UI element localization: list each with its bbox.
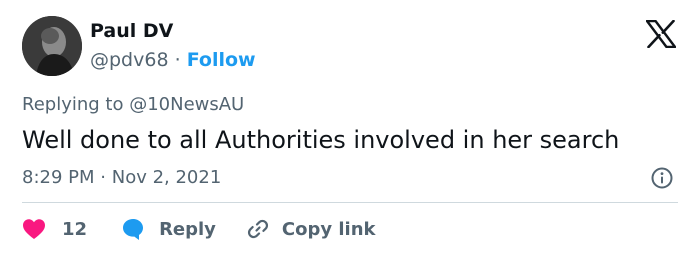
x-logo-icon[interactable]: [645, 19, 677, 49]
copy-link-button[interactable]: Copy link: [246, 217, 376, 241]
tweet-actions: 12 Reply Copy link: [22, 216, 376, 242]
author-handle-row: @pdv68 · Follow: [90, 48, 256, 72]
tweet-text: Well done to all Authorities involved in…: [22, 126, 620, 154]
info-icon[interactable]: [650, 166, 674, 190]
follow-button[interactable]: Follow: [187, 49, 256, 71]
reply-bubble-icon: [123, 219, 144, 240]
timestamp-separator: ·: [100, 167, 106, 188]
author-handle[interactable]: @pdv68: [90, 49, 169, 71]
like-button[interactable]: 12: [22, 218, 87, 240]
tweet-time: 8:29 PM: [22, 167, 95, 188]
link-icon: [247, 219, 268, 239]
replying-to-line: Replying to @10NewsAU: [22, 93, 244, 117]
user-avatar-icon: [22, 16, 82, 76]
reply-label: Reply: [159, 218, 216, 240]
avatar[interactable]: [22, 16, 82, 76]
like-count: 12: [62, 218, 88, 240]
replying-to-handle[interactable]: @10NewsAU: [129, 94, 244, 115]
heart-icon: [23, 219, 45, 239]
tweet-date: Nov 2, 2021: [111, 167, 222, 188]
handle-separator: ·: [174, 49, 181, 71]
divider: [22, 202, 678, 203]
reply-button[interactable]: Reply: [121, 217, 216, 241]
copy-link-label: Copy link: [281, 218, 376, 240]
author-name[interactable]: Paul DV: [90, 19, 173, 43]
tweet-timestamp[interactable]: 8:29 PM · Nov 2, 2021: [22, 166, 221, 190]
replying-to-label: Replying to: [22, 94, 130, 115]
